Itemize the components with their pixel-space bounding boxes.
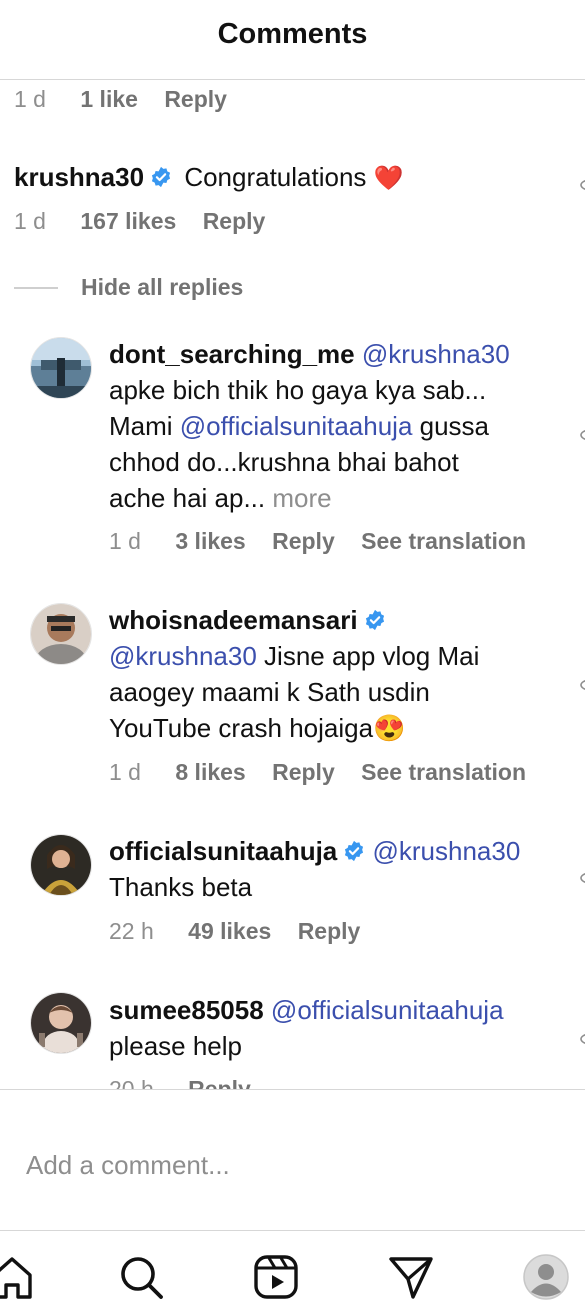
page-title: Comments xyxy=(217,18,368,50)
reply-body: officialsunitaahuja @krushna30 Thanks be… xyxy=(109,833,549,905)
bottom-nav xyxy=(0,1231,585,1308)
like-heart-icon[interactable] xyxy=(579,428,585,442)
reply-text: Jisne app vlog Mai xyxy=(256,641,480,671)
reels-icon[interactable] xyxy=(252,1253,300,1301)
reply-button[interactable]: Reply xyxy=(188,1076,251,1089)
reply-time: 20 h xyxy=(109,1076,154,1089)
direct-message-icon[interactable] xyxy=(387,1253,435,1301)
reply-username[interactable]: officialsunitaahuja xyxy=(109,836,337,866)
reply-likes[interactable]: 49 likes xyxy=(188,918,271,945)
reply-button[interactable]: Reply xyxy=(203,208,266,235)
avatar-image xyxy=(31,604,91,664)
reply-button[interactable]: Reply xyxy=(272,528,335,555)
comment-composer: Add a comment... xyxy=(0,1089,585,1231)
reply-username[interactable]: dont_searching_me xyxy=(109,339,355,369)
red-heart-emoji: ❤️ xyxy=(373,165,404,192)
reply-meta: 22 h 49 likes Reply xyxy=(109,918,360,945)
reply-likes[interactable]: 8 likes xyxy=(175,759,245,786)
reply-meta: 1 d 3 likes Reply See translation xyxy=(109,528,526,555)
heart-eyes-emoji: 😍 xyxy=(373,713,406,743)
like-heart-icon[interactable] xyxy=(579,678,585,692)
reply-time: 1 d xyxy=(109,759,141,785)
avatar[interactable] xyxy=(30,603,92,665)
search-icon[interactable] xyxy=(117,1253,165,1301)
reply-body: whoisnadeemansari @krushna30 Jisne app v… xyxy=(109,602,549,746)
mention-link[interactable]: @krushna30 xyxy=(109,641,257,671)
reply-text-line: apke bich thik ho gaya kya sab... xyxy=(109,375,487,405)
reply-time: 1 d xyxy=(109,528,141,554)
avatar-image xyxy=(31,338,91,398)
avatar[interactable] xyxy=(30,992,92,1054)
reply-text: gussa xyxy=(412,411,490,441)
avatar[interactable] xyxy=(30,337,92,399)
reply-button[interactable]: Reply xyxy=(272,759,335,786)
reply-username[interactable]: sumee85058 xyxy=(109,995,264,1025)
reply-time: 22 h xyxy=(109,918,154,944)
comment-meta: 1 d 1 like Reply xyxy=(14,86,227,113)
divider xyxy=(14,287,58,289)
comments-header: Comments xyxy=(0,0,585,80)
avatar-image xyxy=(31,835,91,895)
reply-button[interactable]: Reply xyxy=(298,918,361,945)
add-comment-input[interactable]: Add a comment... xyxy=(26,1150,230,1181)
reply-body: sumee85058 @officialsunitaahuja please h… xyxy=(109,992,549,1064)
reply-text: ache hai ap... xyxy=(109,483,266,513)
verified-badge-icon xyxy=(345,840,364,862)
avatar-image xyxy=(31,993,91,1053)
comment-meta: 1 d 167 likes Reply xyxy=(14,208,265,235)
profile-icon[interactable] xyxy=(522,1253,570,1301)
reply-button[interactable]: Reply xyxy=(164,86,227,113)
like-heart-icon[interactable] xyxy=(579,178,585,192)
reply-username[interactable]: whoisnadeemansari xyxy=(109,605,358,635)
reply-text: YouTube crash hojaiga xyxy=(109,713,374,743)
mention-link[interactable]: @krushna30 xyxy=(373,836,521,866)
verified-badge-icon xyxy=(365,609,384,631)
reply-body: dont_searching_me @krushna30 apke bich t… xyxy=(109,336,549,516)
reply-text-line: please help xyxy=(109,1031,242,1061)
mention-link[interactable]: @officialsunitaahuja xyxy=(180,411,413,441)
reply-text-line: Thanks beta xyxy=(109,872,253,902)
home-icon[interactable] xyxy=(0,1253,36,1301)
comment-username[interactable]: krushna30 xyxy=(14,162,144,192)
see-translation-button[interactable]: See translation xyxy=(361,528,526,555)
like-heart-icon[interactable] xyxy=(579,1032,585,1046)
hide-replies-label[interactable]: Hide all replies xyxy=(81,274,243,301)
comment-body: krushna30 Congratulations ❤️ xyxy=(14,159,404,197)
more-link[interactable]: more xyxy=(272,483,331,513)
reply-likes[interactable]: 3 likes xyxy=(175,528,245,555)
comment-likes[interactable]: 1 like xyxy=(80,86,138,113)
reply-text-line: chhod do...krushna bhai bahot xyxy=(109,447,459,477)
reply-text-line: aaogey maami k Sath usdin xyxy=(109,677,430,707)
avatar[interactable] xyxy=(30,834,92,896)
mention-link[interactable]: @officialsunitaahuja xyxy=(271,995,504,1025)
comment-time: 1 d xyxy=(14,86,46,112)
see-translation-button[interactable]: See translation xyxy=(361,759,526,786)
comment-time: 1 d xyxy=(14,208,46,234)
like-heart-icon[interactable] xyxy=(579,871,585,885)
reply-text: Mami xyxy=(109,411,180,441)
verified-badge-icon xyxy=(152,166,171,188)
reply-meta: 1 d 8 likes Reply See translation xyxy=(109,759,526,786)
reply-meta: 20 h Reply xyxy=(109,1076,251,1089)
comment-text: Congratulations xyxy=(184,162,367,192)
mention-link[interactable]: @krushna30 xyxy=(362,339,510,369)
comments-list[interactable]: 1 d 1 like Reply krushna30 Congratulatio… xyxy=(0,80,585,1089)
comment-likes[interactable]: 167 likes xyxy=(80,208,176,235)
